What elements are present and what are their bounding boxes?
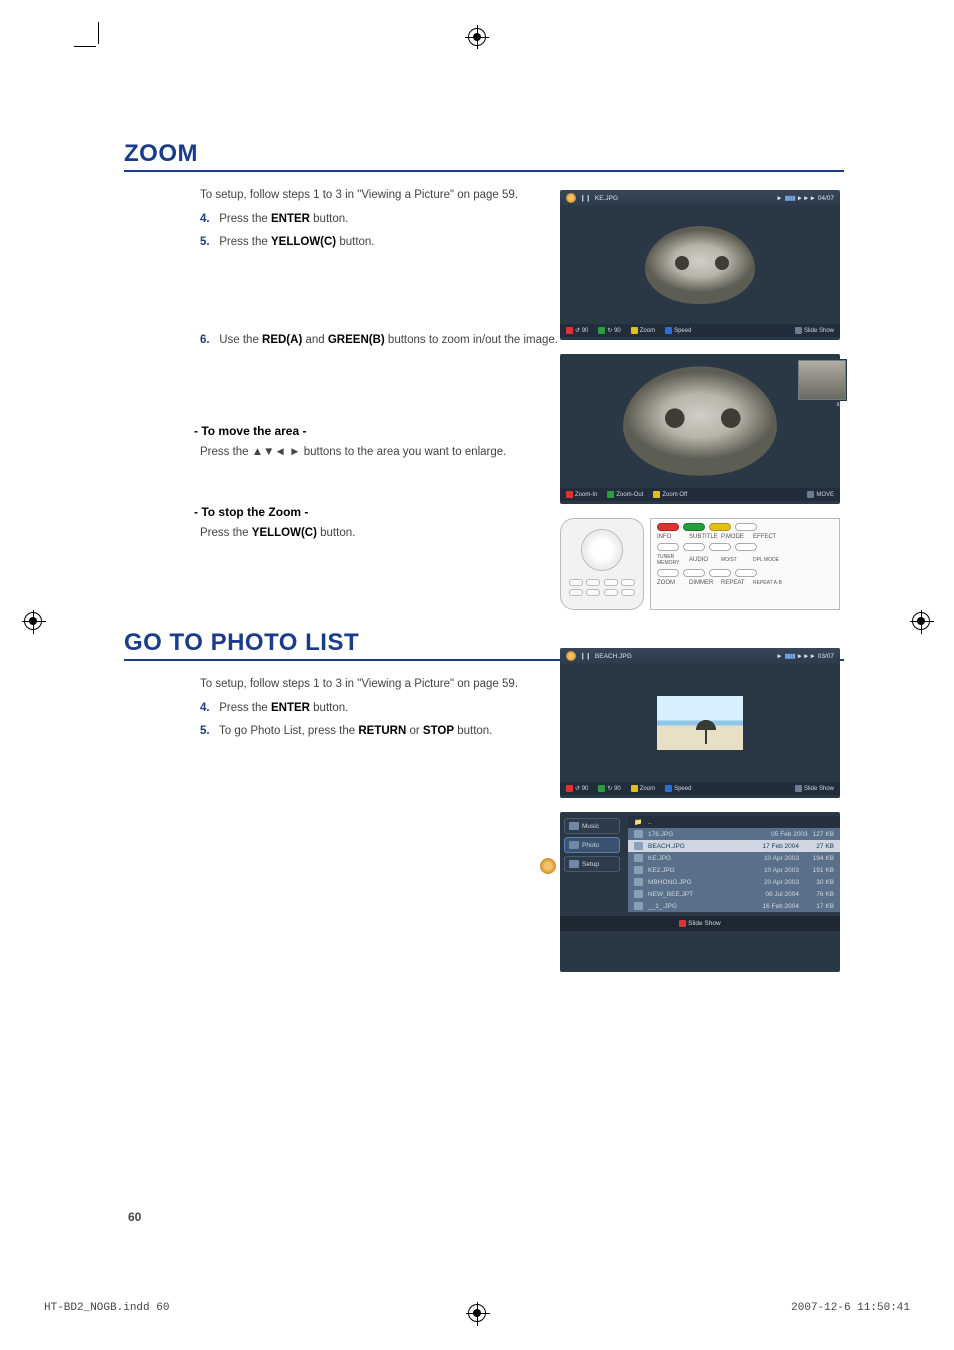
zoom-step-5: 5. Press the YELLOW(C) button. (200, 233, 570, 251)
zoom-step-4: 4. Press the ENTER button. (200, 210, 570, 228)
tab-setup: Setup (564, 856, 620, 872)
fish-image-zoomed (623, 366, 777, 475)
remote-d-button (735, 523, 757, 531)
beach-image (657, 696, 743, 750)
fish-image (645, 226, 755, 304)
remote-diagram: INFO SUBTITLE P.MODE EFFECT TUNER MEMORY… (560, 518, 840, 610)
file-row: NEW_BEE.JPT08 Jul 200476 KB (628, 888, 840, 900)
tab-photo: Photo (564, 837, 620, 853)
photolist-step-4: 4. Press the ENTER button. (200, 699, 570, 717)
zoom-step-6: 6. Use the RED(A) and GREEN(B) buttons t… (200, 331, 570, 349)
registration-mark-left (24, 612, 42, 630)
photolist-intro: To setup, follow steps 1 to 3 in "Viewin… (200, 675, 570, 693)
screenshot-zoom-viewer: ❙❙ KE.JPG ► ▮▮▮▮ ►►► 04/07 ↺ 90 ↻ 90 Zoo… (560, 190, 840, 340)
screenshot-file-browser: Music Photo Setup 📁 .. 176.JPG 05 Feb 20… (560, 812, 840, 972)
remote-c-button (709, 523, 731, 531)
disc-icon (566, 651, 576, 661)
zoom-move-text: Press the ▲▼◄ ► buttons to the area you … (200, 443, 570, 461)
file-row: MBHONG.JPG20 Apr 200330 KB (628, 876, 840, 888)
zoom-move-heading: - To move the area - (194, 422, 570, 441)
remote-a-button (657, 523, 679, 531)
file-row: BEACH.JPG17 Feb 200427 KB (628, 840, 840, 852)
page-number: 60 (128, 1210, 141, 1224)
zoom-pip: x2 (798, 360, 846, 400)
zoom-intro: To setup, follow steps 1 to 3 in "Viewin… (200, 186, 570, 204)
zoom-stop-text: Press the YELLOW(C) button. (200, 524, 570, 542)
footer-timestamp: 2007-12-6 11:50:41 (791, 1302, 910, 1314)
print-footer: HT-BD2_NOGB.indd 60 2007-12-6 11:50:41 (44, 1302, 910, 1314)
remote-labels: INFO SUBTITLE P.MODE EFFECT TUNER MEMORY… (650, 518, 840, 610)
file-row-head: 176.JPG 05 Feb 2003 127 KB (628, 828, 840, 840)
tab-music: Music (564, 818, 620, 834)
remote-b-button (683, 523, 705, 531)
file-row: __1_.JPG16 Feb 200417 KB (628, 900, 840, 912)
section-title-zoom: ZOOM (124, 140, 844, 172)
screenshot-zoom-active: x2 Zoom-In Zoom-Out Zoom Off MOVE (560, 354, 840, 504)
screenshot-beach-viewer: ❙❙ BEACH.JPG ► ▮▮▮▮ ►►► 03/07 ↺ 90 ↻ 90 … (560, 648, 840, 798)
remote-body (560, 518, 644, 610)
disc-icon (566, 193, 576, 203)
zoom-stop-heading: - To stop the Zoom - (194, 503, 570, 522)
remote-dpad (581, 529, 623, 571)
disc-icon (540, 858, 556, 874)
registration-mark-top (468, 28, 486, 46)
file-row: KE2.JPG10 Apr 2003191 KB (628, 864, 840, 876)
file-row: KE.JPG10 Apr 2003194 KB (628, 852, 840, 864)
photolist-step-5: 5. To go Photo List, press the RETURN or… (200, 722, 570, 740)
footer-file: HT-BD2_NOGB.indd 60 (44, 1302, 169, 1314)
registration-mark-right (912, 612, 930, 630)
